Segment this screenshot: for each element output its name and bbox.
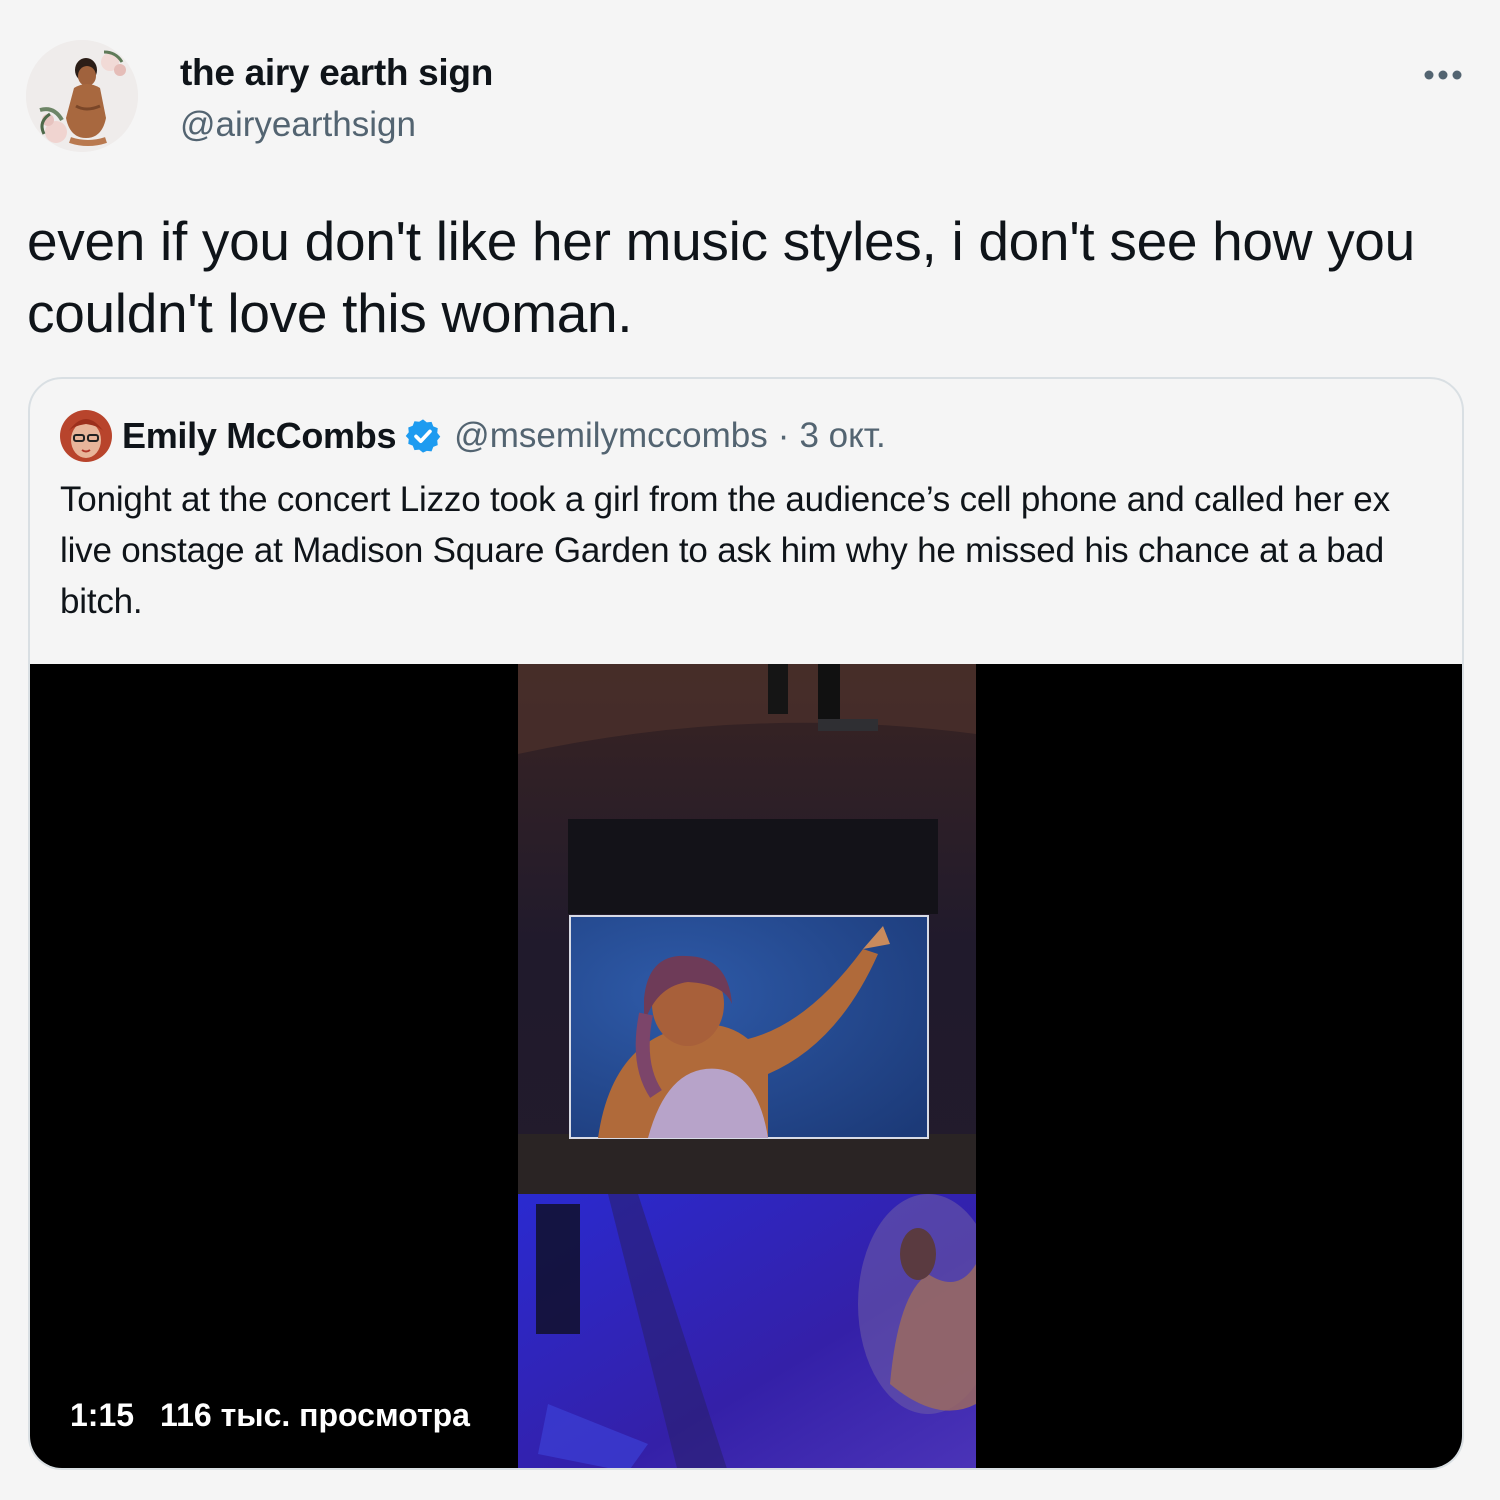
illustrated-avatar-image xyxy=(26,40,138,152)
author-handle[interactable]: @airyearthsign xyxy=(180,105,416,145)
video-thumbnail xyxy=(518,664,976,1468)
author-display-name[interactable]: the airy earth sign xyxy=(180,52,493,94)
quoted-tweet-date[interactable]: 3 окт. xyxy=(799,416,885,456)
quoted-author-handle[interactable]: @msemilymccombs xyxy=(454,416,768,456)
photo-avatar-image xyxy=(60,410,112,462)
video-view-count: 116 тыс. просмотра xyxy=(160,1397,470,1433)
quoted-author-name[interactable]: Emily McCombs xyxy=(122,415,396,457)
more-horizontal-icon xyxy=(1424,70,1462,80)
tweet-text: even if you don't like her music styles,… xyxy=(27,210,1415,344)
video-overlay: 1:15 116 тыс. просмотра xyxy=(70,1397,470,1434)
more-options-button[interactable] xyxy=(1418,55,1468,95)
quoted-author-avatar[interactable] xyxy=(60,410,112,462)
header-separator: · xyxy=(777,416,790,455)
quoted-tweet-text: Tonight at the concert Lizzo took a girl… xyxy=(60,480,1390,621)
quoted-tweet-card[interactable]: Emily McCombs @msemilymccombs · 3 окт. T… xyxy=(28,377,1464,1470)
author-avatar[interactable] xyxy=(26,40,138,152)
verified-badge-icon xyxy=(404,417,442,455)
video-player[interactable]: 1:15 116 тыс. просмотра xyxy=(30,664,1462,1468)
video-duration: 1:15 xyxy=(70,1397,135,1433)
quoted-tweet-header: Emily McCombs @msemilymccombs · 3 окт. xyxy=(122,414,886,458)
